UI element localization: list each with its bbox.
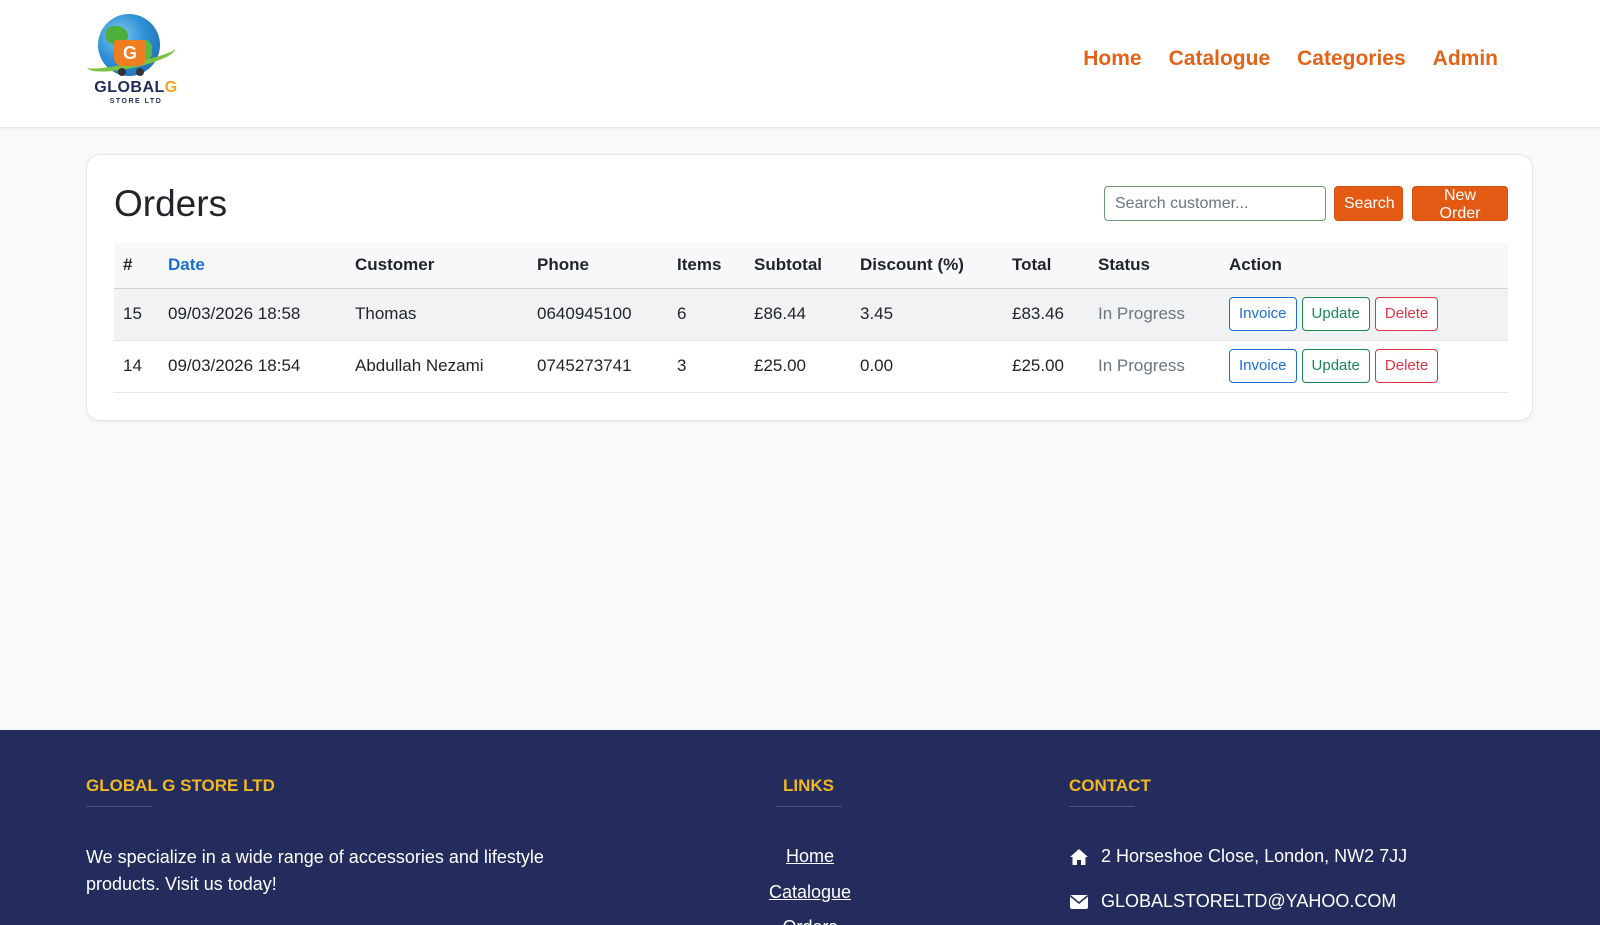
cell-total: £83.46	[1003, 288, 1089, 341]
cell-status: In Progress	[1089, 340, 1220, 393]
page-title: Orders	[114, 183, 228, 224]
address-text: 2 Horseshoe Close, London, NW2 7JJ	[1101, 846, 1408, 866]
cell-date: 09/03/2026 18:54	[159, 340, 346, 393]
cell-subtotal: £25.00	[745, 340, 851, 393]
cell-phone: 0745273741	[528, 340, 668, 393]
cell-phone: 0640945100	[528, 288, 668, 341]
cell-subtotal: £86.44	[745, 288, 851, 341]
cart-icon: G	[114, 40, 146, 66]
table-row: 14 09/03/2026 18:54 Abdullah Nezami 0745…	[114, 340, 1508, 393]
col-status: Status	[1089, 243, 1220, 289]
footer-about-text: We specialize in a wide range of accesso…	[86, 847, 544, 894]
col-subtotal: Subtotal	[745, 243, 851, 289]
cell-actions: Invoice Update Delete	[1220, 340, 1508, 393]
divider	[1069, 806, 1135, 807]
cell-discount: 0.00	[851, 340, 1003, 393]
cell-items: 3	[668, 340, 745, 393]
nav-home[interactable]: Home	[1083, 47, 1141, 71]
footer-link-catalogue[interactable]: Catalogue	[740, 882, 880, 903]
cell-discount: 3.45	[851, 288, 1003, 341]
delete-button[interactable]: Delete	[1374, 297, 1439, 331]
site-header: G GLOBALG STORE LTD Home Catalogue Categ…	[0, 0, 1600, 127]
table-row: 15 09/03/2026 18:58 Thomas 0640945100 6 …	[114, 288, 1508, 341]
cell-date: 09/03/2026 18:58	[159, 288, 346, 341]
footer-address: 2 Horseshoe Close, London, NW2 7JJ	[1069, 846, 1407, 867]
update-button[interactable]: Update	[1301, 349, 1370, 383]
invoice-button[interactable]: Invoice	[1229, 349, 1297, 383]
footer-links-heading: LINKS	[783, 776, 834, 795]
footer-about-heading: GLOBAL G STORE LTD	[86, 776, 275, 795]
col-discount: Discount (%)	[851, 243, 1003, 289]
site-footer: GLOBAL G STORE LTD We specialize in a wi…	[0, 730, 1600, 925]
invoice-button[interactable]: Invoice	[1229, 297, 1297, 331]
new-order-button[interactable]: New Order	[1412, 186, 1508, 222]
footer-link-home[interactable]: Home	[740, 846, 880, 867]
col-total: Total	[1003, 243, 1089, 289]
email-text[interactable]: GLOBALSTORELTD@YAHOO.COM	[1101, 891, 1396, 912]
search-customer-input[interactable]	[1104, 186, 1326, 221]
envelope-icon	[1069, 894, 1089, 909]
main-nav: Home Catalogue Categories Admin	[1083, 47, 1498, 71]
nav-catalogue[interactable]: Catalogue	[1169, 47, 1271, 71]
col-items: Items	[668, 243, 745, 289]
home-icon	[1070, 848, 1088, 865]
nav-categories[interactable]: Categories	[1297, 47, 1406, 71]
divider	[86, 806, 152, 807]
logo-wordmark: GLOBALG	[94, 79, 178, 96]
cell-id: 14	[114, 340, 159, 393]
delete-button[interactable]: Delete	[1374, 349, 1439, 383]
cell-total: £25.00	[1003, 340, 1089, 393]
footer-link-orders[interactable]: Orders	[740, 917, 880, 925]
update-button[interactable]: Update	[1301, 297, 1370, 331]
cell-id: 15	[114, 288, 159, 341]
orders-table: # Date Customer Phone Items Subtotal Dis…	[114, 243, 1508, 393]
logo-subtitle: STORE LTD	[109, 98, 163, 105]
global-g-logo[interactable]: G GLOBALG STORE LTD	[84, 12, 186, 112]
col-phone: Phone	[528, 243, 668, 289]
divider	[776, 806, 842, 807]
col-customer: Customer	[346, 243, 528, 289]
search-button[interactable]: Search	[1334, 186, 1403, 221]
cell-status: In Progress	[1089, 288, 1220, 341]
cell-actions: Invoice Update Delete	[1220, 288, 1508, 341]
nav-admin[interactable]: Admin	[1433, 47, 1498, 71]
col-action: Action	[1220, 243, 1508, 289]
col-id: #	[114, 243, 159, 289]
cell-items: 6	[668, 288, 745, 341]
table-header-row: # Date Customer Phone Items Subtotal Dis…	[114, 243, 1508, 289]
footer-email: GLOBALSTORELTD@YAHOO.COM	[1069, 891, 1396, 912]
col-date-sort-link[interactable]: Date	[159, 243, 346, 289]
footer-contact-heading: CONTACT	[1069, 776, 1151, 795]
cell-customer: Thomas	[346, 288, 528, 341]
cell-customer: Abdullah Nezami	[346, 340, 528, 393]
orders-card: Orders Search New Order # Date Customer …	[86, 154, 1533, 421]
